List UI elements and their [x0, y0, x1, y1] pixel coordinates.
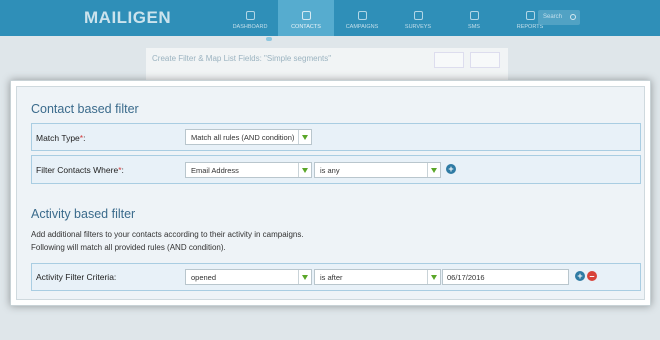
- nav-dashboard[interactable]: DASHBOARD: [222, 0, 278, 36]
- subtab-blurred-2[interactable]: [254, 37, 260, 41]
- background-action-button[interactable]: [470, 52, 500, 68]
- nav-sms-label: SMS: [468, 24, 480, 30]
- phone-icon: [469, 11, 479, 20]
- filter-field-select[interactable]: Email Address: [185, 162, 312, 178]
- background-page-title: Create Filter & Map List Fields: "Simple…: [152, 54, 332, 63]
- chevron-down-icon[interactable]: [427, 163, 440, 177]
- activity-condition-value: is after: [320, 273, 343, 282]
- match-type-select[interactable]: Match all rules (AND condition): [185, 129, 312, 145]
- search-icon[interactable]: [570, 14, 576, 20]
- match-type-row: Match Type*: Match all rules (AND condit…: [31, 123, 641, 151]
- envelope-icon: [357, 11, 367, 20]
- filter-condition-select[interactable]: is any: [314, 162, 441, 178]
- search-input[interactable]: Search: [538, 10, 580, 25]
- search-placeholder: Search: [543, 14, 563, 20]
- activity-action-select[interactable]: opened: [185, 269, 312, 285]
- activity-action-value: opened: [191, 273, 217, 282]
- add-rule-icon[interactable]: +: [446, 164, 456, 174]
- nav-surveys-label: SURVEYS: [404, 24, 432, 30]
- main-nav: DASHBOARD CONTACTS CAMPAIGNS SURVEYS SMS…: [222, 0, 558, 36]
- activity-condition-select[interactable]: is after: [314, 269, 441, 285]
- chevron-down-icon[interactable]: [427, 270, 440, 284]
- nav-contacts-label: CONTACTS: [291, 24, 321, 30]
- activity-criteria-label: Activity Filter Criteria:: [36, 272, 117, 282]
- home-icon: [245, 11, 255, 20]
- remove-criteria-icon[interactable]: –: [587, 271, 597, 281]
- match-type-label-text: Match Type: [36, 133, 80, 143]
- filter-where-label-text: Filter Contacts Where: [36, 165, 119, 175]
- contacts-subtabs: [242, 37, 284, 41]
- background-action-button[interactable]: [434, 52, 464, 68]
- match-type-label: Match Type*:: [36, 133, 85, 143]
- chart-icon: [525, 11, 535, 20]
- nav-campaigns-label: CAMPAIGNS: [345, 24, 379, 30]
- match-type-value: Match all rules (AND condition): [191, 133, 295, 142]
- filter-where-row: Filter Contacts Where*: Email Address is…: [31, 155, 641, 184]
- activity-date-value: 06/17/2016: [447, 273, 485, 282]
- filter-condition-value: is any: [320, 166, 340, 175]
- chevron-down-icon[interactable]: [298, 270, 311, 284]
- chevron-down-icon[interactable]: [298, 163, 311, 177]
- activity-date-input[interactable]: 06/17/2016: [442, 269, 569, 285]
- contacts-icon: [301, 11, 311, 20]
- app-logo: MAILIGEN: [84, 8, 172, 27]
- nav-dashboard-label: DASHBOARD: [232, 24, 268, 30]
- subtab-blurred-4[interactable]: [278, 37, 284, 41]
- add-criteria-icon[interactable]: +: [575, 271, 585, 281]
- chevron-down-icon[interactable]: [298, 130, 311, 144]
- filter-form: Contact based filter Match Type*: Match …: [16, 86, 645, 300]
- label-colon: :: [83, 133, 86, 143]
- nav-sms[interactable]: SMS: [446, 0, 502, 36]
- subtab-blurred-1[interactable]: [242, 37, 248, 41]
- contact-filter-title: Contact based filter: [31, 102, 139, 116]
- filter-where-label: Filter Contacts Where*:: [36, 165, 124, 175]
- activity-filter-title: Activity based filter: [31, 207, 136, 221]
- nav-surveys[interactable]: SURVEYS: [390, 0, 446, 36]
- activity-description-line1: Add additional filters to your contacts …: [31, 230, 304, 239]
- activity-criteria-row: Activity Filter Criteria: opened is afte…: [31, 263, 641, 291]
- nav-campaigns[interactable]: CAMPAIGNS: [334, 0, 390, 36]
- activity-description-line2: Following will match all provided rules …: [31, 243, 226, 252]
- nav-contacts[interactable]: CONTACTS: [278, 0, 334, 36]
- top-navigation-bar: MAILIGEN DASHBOARD CONTACTS CAMPAIGNS SU…: [0, 0, 660, 36]
- filter-field-value: Email Address: [191, 166, 239, 175]
- label-colon: :: [121, 165, 124, 175]
- checkbox-icon: [413, 11, 423, 20]
- subtab-blurred-active[interactable]: [266, 37, 272, 41]
- filter-modal: Contact based filter Match Type*: Match …: [10, 80, 651, 306]
